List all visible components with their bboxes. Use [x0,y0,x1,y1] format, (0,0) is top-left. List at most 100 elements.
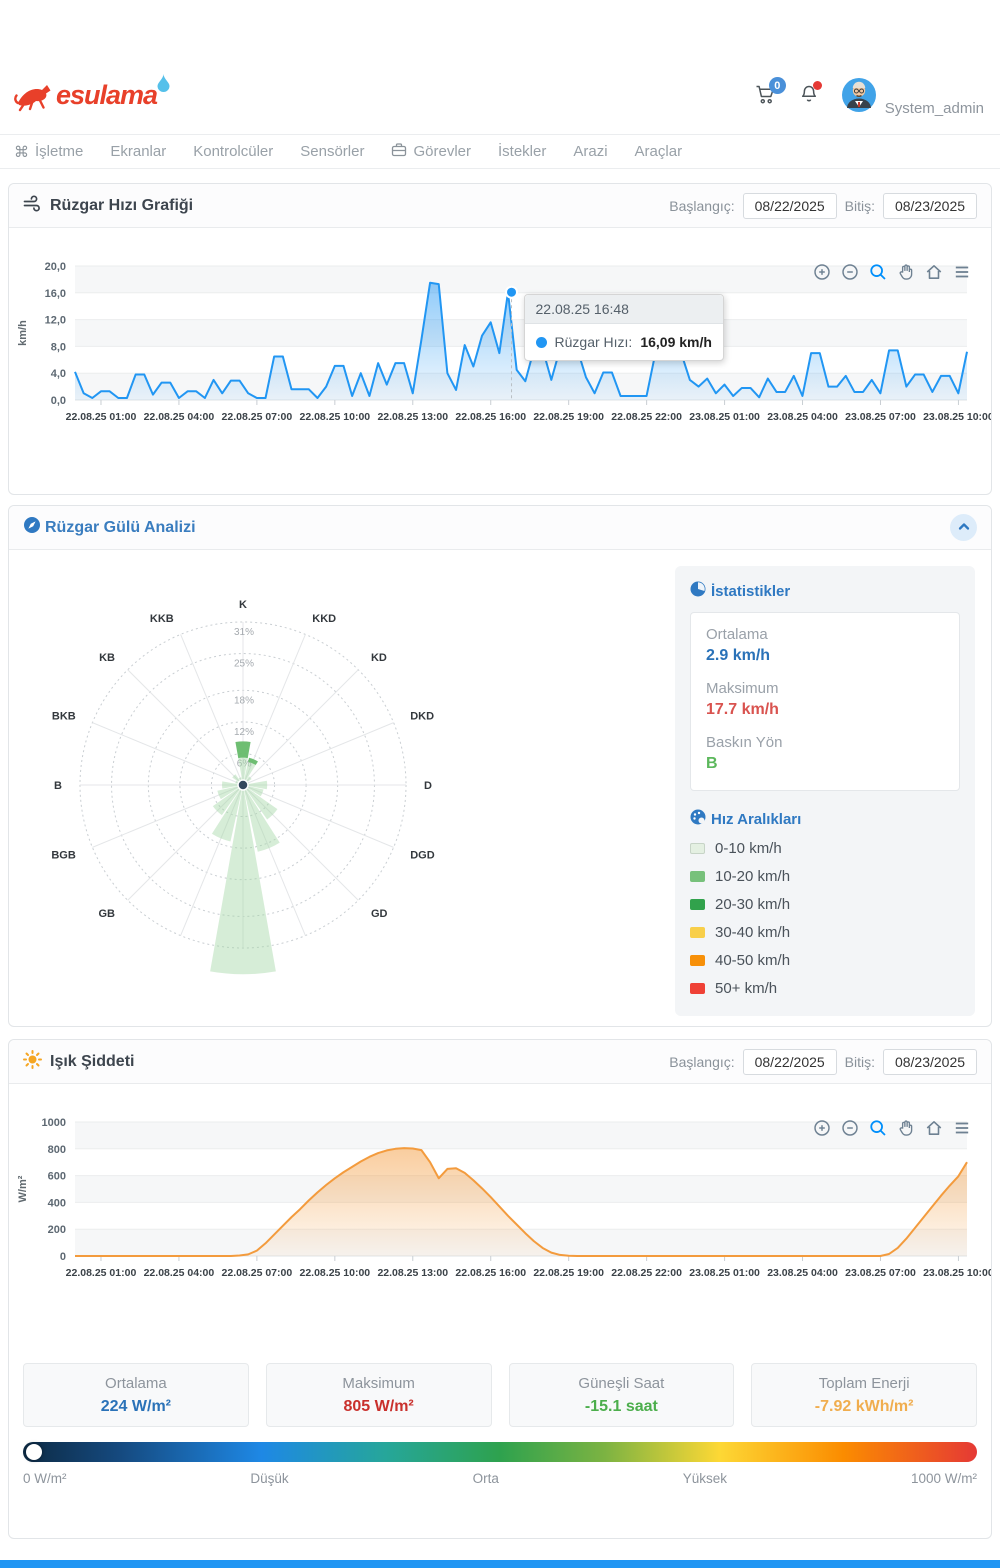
app-logo[interactable]: esulama [14,78,170,117]
pan-icon[interactable] [897,263,915,281]
svg-text:22.08.25 07:00: 22.08.25 07:00 [222,411,293,423]
pan-icon[interactable] [897,1119,915,1137]
wind-rose-svg[interactable]: 6%12%18%25%31%KKKDKDDKDDDGDGDGBBGBBBKBKB… [23,552,663,998]
legend-label: 30-40 km/h [715,924,790,941]
command-icon: ⌘ [14,143,29,161]
light-start-date-input[interactable] [743,1049,837,1075]
scale-label: Orta [473,1471,499,1486]
briefcase-icon [391,142,407,161]
selection-zoom-icon[interactable] [869,263,887,281]
legend-label: 10-20 km/h [715,868,790,885]
legend-item: 50+ km/h [690,980,960,997]
legend-item: 10-20 km/h [690,868,960,885]
collapse-button[interactable] [950,514,977,541]
selection-zoom-icon[interactable] [869,1119,887,1137]
svg-text:DGD: DGD [410,849,435,861]
svg-text:23.08.25 10:00: 23.08.25 10:00 [923,1267,991,1279]
notification-dot [813,81,822,90]
nav-item-label: Araçlar [635,143,683,160]
stat-label: Baskın Yön [706,734,944,751]
intensity-scale: 0 W/m²DüşükOrtaYüksek1000 W/m² [23,1442,977,1486]
zoom-in-icon[interactable] [813,1119,831,1137]
svg-text:23.08.25 07:00: 23.08.25 07:00 [845,1267,916,1279]
menu-icon[interactable] [953,263,971,281]
zoom-out-icon[interactable] [841,1119,859,1137]
scale-knob[interactable] [26,1444,42,1460]
light-stat-box: Maksimum 805 W/m² [266,1363,492,1427]
end-date-label: Bitiş: [845,1054,875,1070]
stats-heading-row: İstatistikler [690,581,960,601]
pie-chart-icon [690,581,706,601]
wind-chart-area[interactable]: 22.08.25 16:48 Rüzgar Hızı: 16,09 km/h 0… [9,254,991,494]
nav-item-7[interactable]: Araçlar [635,143,683,160]
nav-item-5[interactable]: İstekler [498,143,546,160]
cart-icon [755,92,777,109]
wind-end-date-input[interactable] [883,193,977,219]
svg-text:km/h: km/h [17,320,29,346]
wind-rose-chart[interactable]: 6%12%18%25%31%KKKDKDDKDDDGDGDGBBGBBBKBKB… [23,552,675,1016]
nav-item-1[interactable]: Ekranlar [110,143,166,160]
wind-icon [23,195,42,217]
nav-item-4[interactable]: Görevler [391,142,471,161]
zoom-out-icon[interactable] [841,263,859,281]
legend-swatch [690,983,705,994]
stat-item: Ortalama 2.9 km/h [706,626,944,665]
light-stat-value: 224 W/m² [101,1398,171,1416]
username-label: System_admin [885,100,984,118]
tooltip-series-label: Rüzgar Hızı: [555,334,633,350]
svg-text:23.08.25 01:00: 23.08.25 01:00 [689,411,760,423]
logo-text: esulama [56,78,157,112]
nav-item-label: Ekranlar [110,143,166,160]
svg-text:600: 600 [48,1171,66,1183]
wind-chart-svg[interactable]: 0,04,08,012,016,020,0km/h22.08.25 01:002… [11,254,991,466]
nav-item-6[interactable]: Arazi [573,143,607,160]
light-card-title-row: Işık Şiddeti [23,1050,134,1074]
rose-card-title: Rüzgar Gülü Analizi [45,519,196,537]
stat-label: Maksimum [706,680,944,697]
start-date-label: Başlangıç: [669,1054,734,1070]
light-stat-label: Ortalama [105,1375,167,1392]
home-icon[interactable] [925,263,943,281]
bell-icon [799,92,819,109]
light-end-date-input[interactable] [883,1049,977,1075]
intensity-gradient-bar [23,1442,977,1462]
home-icon[interactable] [925,1119,943,1137]
nav-item-2[interactable]: Kontrolcüler [193,143,273,160]
wind-start-date-input[interactable] [743,193,837,219]
notifications-button[interactable] [799,84,819,110]
wind-card-title-row: Rüzgar Hızı Grafiği [23,195,193,217]
nav-item-label: İşletme [35,143,83,160]
legend-label: 40-50 km/h [715,952,790,969]
nav-item-3[interactable]: Sensörler [300,143,364,160]
stat-value: 2.9 km/h [706,647,944,665]
cart-count-badge: 0 [769,77,786,94]
svg-text:DKD: DKD [410,711,434,723]
scale-label: Yüksek [683,1471,727,1486]
svg-text:22.08.25 04:00: 22.08.25 04:00 [144,1267,215,1279]
menu-icon[interactable] [953,1119,971,1137]
light-stat-box: Toplam Enerji -7.92 kWh/m² [751,1363,977,1427]
nav-item-label: Kontrolcüler [193,143,273,160]
stat-item: Maksimum 17.7 km/h [706,680,944,719]
light-stat-label: Toplam Enerji [819,1375,910,1392]
avatar[interactable] [841,77,877,118]
light-chart-area[interactable]: 02004006008001000W/m²22.08.25 01:0022.08… [9,1110,991,1350]
light-chart-svg[interactable]: 02004006008001000W/m²22.08.25 01:0022.08… [11,1110,991,1322]
svg-text:25%: 25% [234,659,254,670]
svg-text:KKD: KKD [312,613,336,625]
legend-heading-row: Hız Aralıkları [690,809,960,829]
cart-button[interactable]: 0 [755,84,777,110]
water-drop-icon [157,74,170,97]
palette-icon [690,809,706,829]
svg-text:18%: 18% [234,695,254,706]
nav-item-0[interactable]: ⌘ İşletme [14,143,83,161]
svg-text:400: 400 [48,1197,66,1209]
svg-text:800: 800 [48,1144,66,1156]
rose-card-title-row: Rüzgar Gülü Analizi [23,516,196,539]
sun-icon [23,1050,42,1074]
svg-text:23.08.25 10:00: 23.08.25 10:00 [923,411,991,423]
svg-text:0,0: 0,0 [51,395,66,407]
zoom-in-icon[interactable] [813,263,831,281]
svg-text:4,0: 4,0 [51,368,66,380]
horse-logo-icon [14,78,54,117]
